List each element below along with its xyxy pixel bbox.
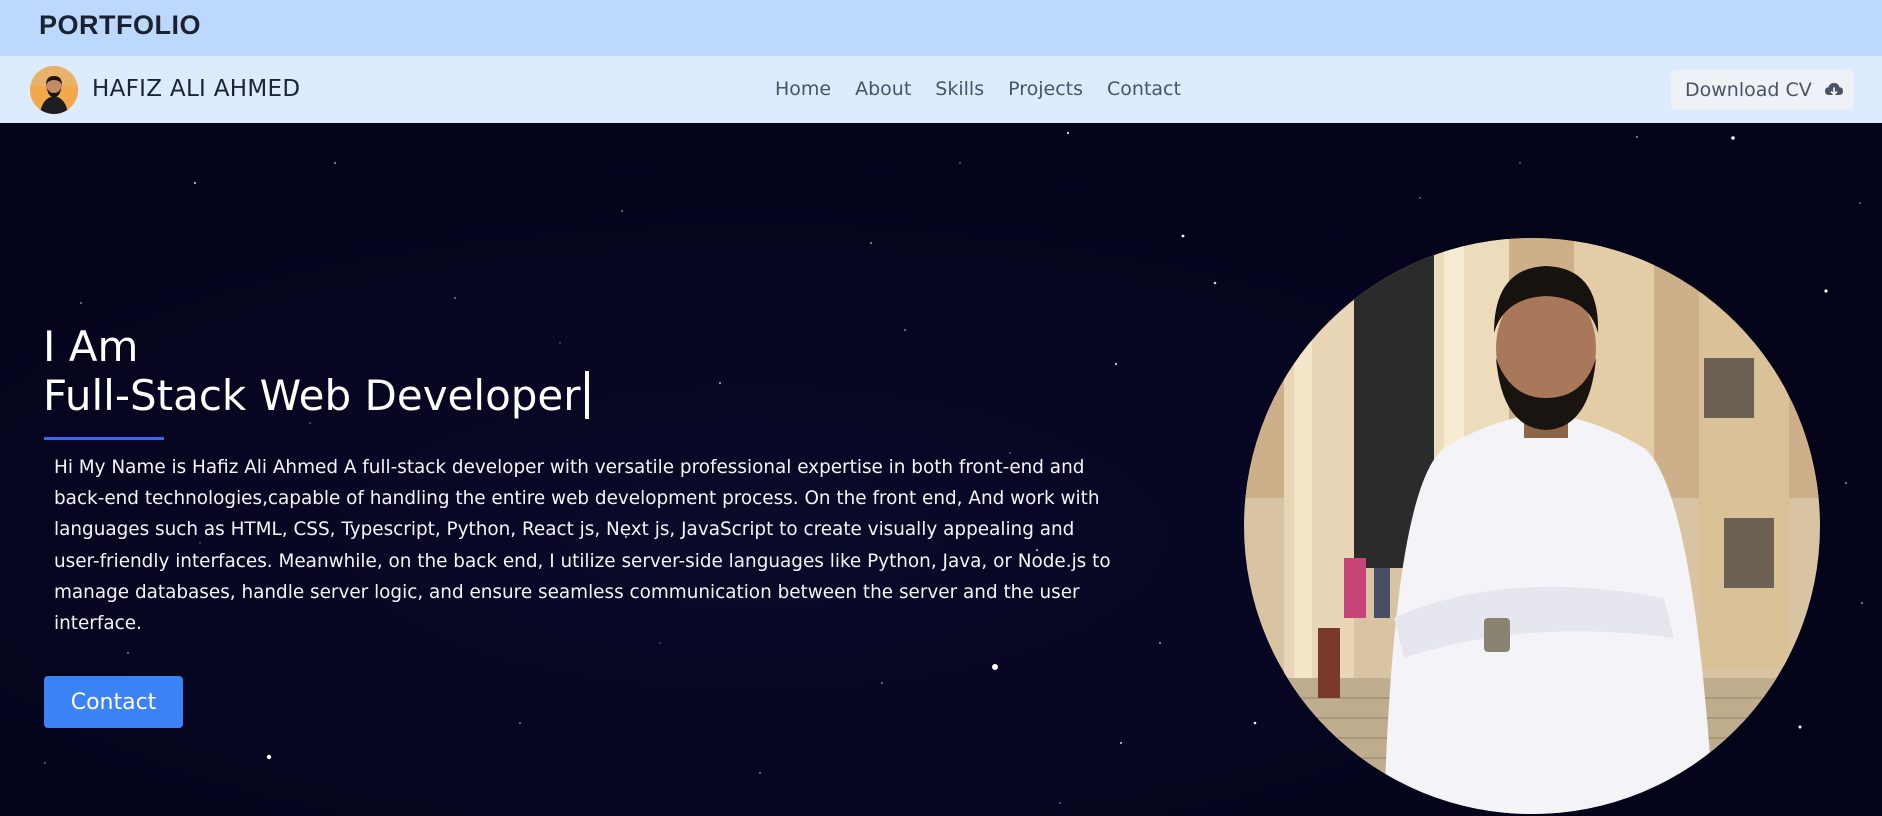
navbar: HAFIZ ALI AHMED Home About Skills Projec… (0, 56, 1882, 123)
nav-link-home[interactable]: Home (775, 78, 831, 100)
nav-link-about[interactable]: About (855, 78, 911, 100)
hero-bio: Hi My Name is Hafiz Ali Ahmed A full-sta… (54, 457, 1111, 635)
typing-cursor (584, 371, 589, 419)
owner-name: HAFIZ ALI AHMED (92, 76, 301, 102)
profile-photo (1244, 238, 1820, 814)
title-underline (44, 437, 164, 440)
hero-role: Full-Stack Web Developer (43, 371, 589, 421)
nav-link-contact[interactable]: Contact (1107, 78, 1181, 100)
contact-button[interactable]: Contact (44, 676, 183, 728)
nav-link-skills[interactable]: Skills (935, 78, 984, 100)
nav-menu: Home About Skills Projects Contact (775, 78, 1181, 100)
avatar[interactable] (30, 66, 78, 114)
download-cv-label: Download CV (1685, 79, 1812, 101)
top-banner: PORTFOLIO (0, 0, 1882, 56)
hero-intro: I Am (43, 322, 139, 371)
site-brand: PORTFOLIO (39, 10, 201, 40)
hero-role-text: Full-Stack Web Developer (43, 371, 581, 420)
download-cv-button[interactable]: Download CV (1671, 70, 1854, 110)
nav-link-projects[interactable]: Projects (1008, 78, 1083, 100)
cloud-download-icon (1824, 83, 1843, 96)
